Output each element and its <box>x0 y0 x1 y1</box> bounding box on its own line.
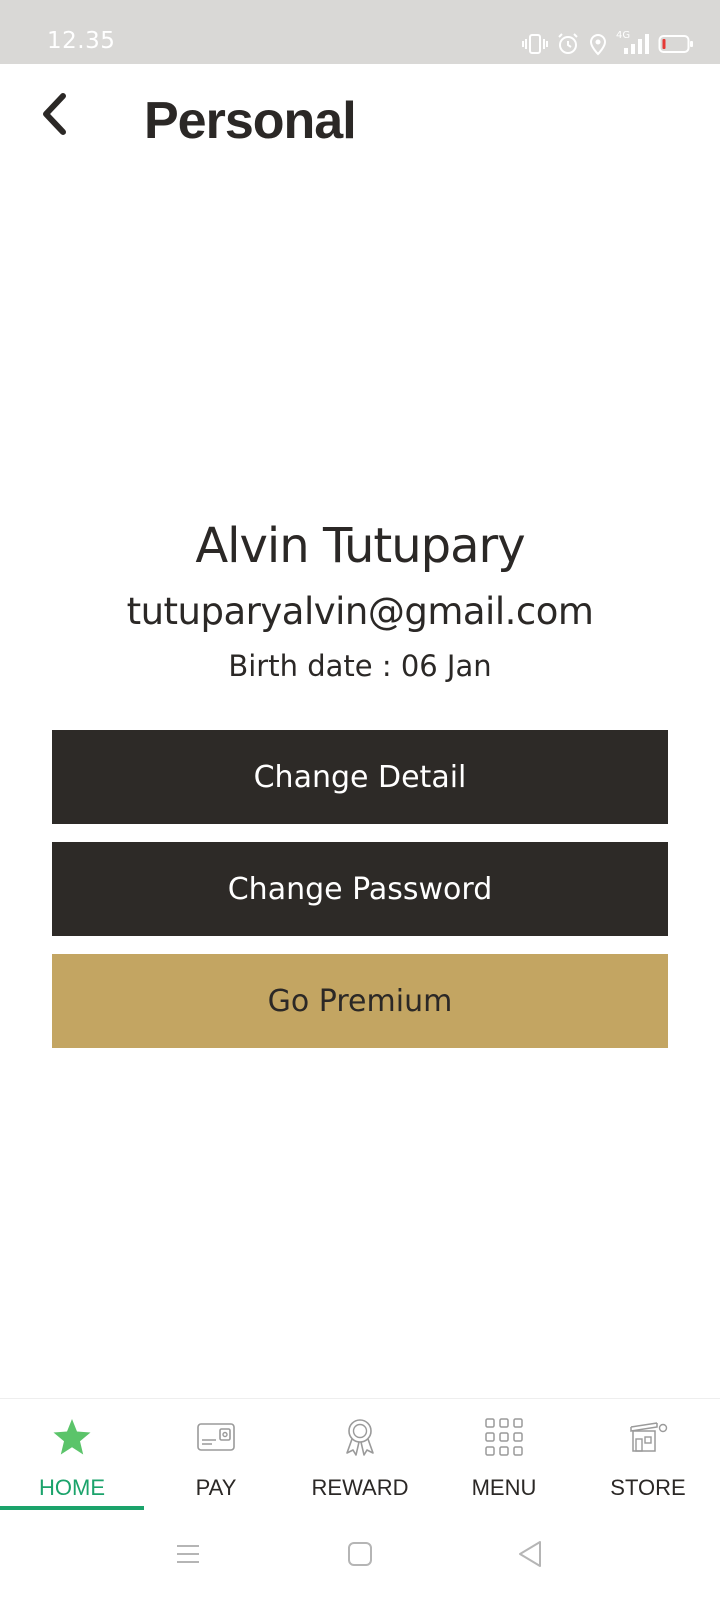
home-button-icon[interactable] <box>338 1532 382 1576</box>
nav-label-menu: MENU <box>471 1475 537 1500</box>
nav-label-home: HOME <box>39 1475 105 1500</box>
back-triangle-icon[interactable] <box>508 1532 552 1576</box>
nav-item-home[interactable]: HOME <box>0 1399 144 1512</box>
battery-icon <box>658 33 694 55</box>
recent-apps-icon[interactable] <box>166 1532 210 1576</box>
nav-item-reward[interactable]: REWARD <box>288 1399 432 1512</box>
user-email: tutuparyalvin@gmail.com <box>126 590 594 633</box>
nav-label-pay: PAY <box>195 1475 237 1500</box>
profile-info: Alvin Tutupary tutuparyalvin@gmail.com B… <box>0 518 720 683</box>
nav-item-store[interactable]: STORE <box>576 1399 720 1512</box>
nav-item-menu[interactable]: MENU <box>432 1399 576 1512</box>
star-icon <box>52 1417 92 1457</box>
grid-icon <box>485 1417 523 1457</box>
store-icon <box>628 1417 668 1457</box>
birth-date-value: 06 Jan <box>400 649 492 683</box>
award-ribbon-icon <box>342 1417 378 1457</box>
birth-date-label: Birth date : <box>228 649 401 683</box>
signal-4g-icon: 4G <box>616 30 650 56</box>
app-header: Personal <box>0 64 720 174</box>
location-icon <box>588 32 608 56</box>
card-icon <box>196 1417 236 1457</box>
birth-date: Birth date : 06 Jan <box>0 649 720 683</box>
change-password-button[interactable]: Change Password <box>52 842 668 936</box>
system-nav-bar <box>0 1512 720 1600</box>
change-detail-button[interactable]: Change Detail <box>52 730 668 824</box>
status-bar: 12.35 4G <box>0 0 720 64</box>
alarm-icon <box>556 32 580 56</box>
chevron-left-icon <box>39 92 69 141</box>
nav-label-reward: REWARD <box>311 1475 409 1500</box>
user-name: Alvin Tutupary <box>195 518 525 574</box>
bottom-nav: HOME PAY REWARD MENU STORE <box>0 1398 720 1512</box>
status-icons: 4G <box>522 30 694 58</box>
go-premium-button[interactable]: Go Premium <box>52 954 668 1048</box>
back-button[interactable] <box>30 88 78 144</box>
active-tab-indicator <box>0 1506 144 1510</box>
nav-label-store: STORE <box>610 1475 686 1500</box>
nav-item-pay[interactable]: PAY <box>144 1399 288 1512</box>
page-title: Personal <box>144 92 357 150</box>
vibrate-icon <box>522 32 548 56</box>
status-time: 12.35 <box>47 28 116 54</box>
